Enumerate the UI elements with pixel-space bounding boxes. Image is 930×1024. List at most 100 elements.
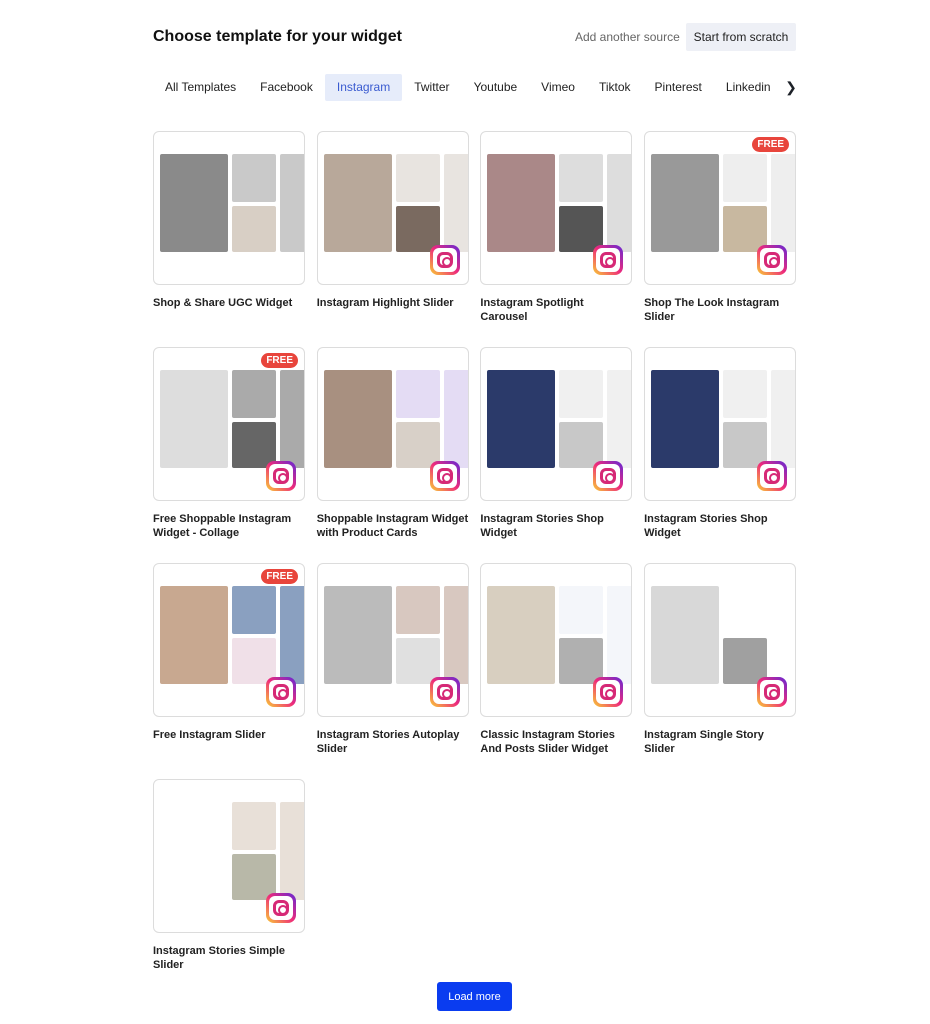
preview-image (487, 370, 556, 468)
source-tabs: All Templates Facebook Instagram Twitter You… (153, 74, 798, 101)
preview-image (160, 802, 228, 900)
preview-image (160, 586, 228, 684)
template-card[interactable]: Instagram Stories Shop Widget (480, 347, 633, 540)
preview-image (607, 154, 632, 252)
template-card[interactable]: FREE Free Instagram Slider (153, 563, 305, 742)
add-another-source-link[interactable]: Add another source (575, 30, 680, 44)
template-preview[interactable]: FREE (153, 347, 305, 501)
preview-image (395, 370, 440, 418)
template-title: Free Shoppable Instagram Widget - Collag… (153, 513, 292, 539)
template-preview[interactable] (480, 347, 633, 501)
preview-image (232, 586, 276, 634)
start-from-scratch-button[interactable]: Start from scratch (686, 23, 796, 51)
preview-image (607, 586, 632, 684)
preview-image (771, 154, 796, 252)
template-card[interactable]: Instagram Spotlight Carousel (480, 131, 633, 324)
instagram-icon (429, 677, 460, 707)
preview-image (395, 154, 440, 202)
preview-image (323, 370, 392, 468)
preview-image (559, 370, 604, 418)
preview-image (280, 370, 304, 468)
template-preview[interactable] (480, 131, 633, 285)
template-title: Instagram Single Story Slider (644, 729, 764, 755)
template-preview[interactable] (316, 563, 469, 717)
template-title: Shoppable Instagram Widget with Product … (316, 513, 469, 539)
template-title: Instagram Stories Simple Slider (153, 945, 286, 971)
preview-image (723, 586, 768, 634)
instagram-icon (593, 461, 624, 491)
template-card[interactable]: Instagram Highlight Slider (316, 131, 469, 310)
template-card[interactable]: Shoppable Instagram Widget with Product … (316, 347, 469, 540)
template-preview[interactable] (153, 131, 305, 285)
preview-image (487, 586, 556, 684)
preview-image (607, 370, 632, 468)
template-card[interactable]: Instagram Stories Autoplay Slider (316, 563, 469, 756)
preview-image (280, 802, 304, 900)
tab-youtube[interactable]: Youtube (462, 74, 530, 101)
preview-image (280, 586, 304, 684)
preview-image (651, 370, 720, 468)
preview-image (232, 370, 276, 418)
page-title: Choose template for your widget (153, 28, 402, 45)
tab-twitter[interactable]: Twitter (402, 74, 461, 101)
preview-image (771, 586, 796, 684)
template-preview[interactable] (644, 563, 797, 717)
preview-image (559, 154, 604, 202)
preview-image (280, 154, 304, 252)
template-title: Free Instagram Slider (153, 729, 266, 741)
template-card[interactable]: FREE Shop The Look Instagram Slider (644, 131, 797, 324)
instagram-icon (593, 245, 624, 275)
tab-instagram[interactable]: Instagram (324, 74, 403, 101)
tab-tiktok[interactable]: Tiktok (587, 74, 643, 101)
template-preview[interactable] (316, 347, 469, 501)
preview-image (487, 154, 556, 252)
tab-linkedin[interactable]: Linkedin (714, 74, 783, 101)
preview-image (323, 586, 392, 684)
template-card[interactable]: Instagram Stories Simple Slider (153, 779, 305, 972)
template-preview[interactable] (480, 563, 633, 717)
template-preview[interactable]: FREE (644, 131, 797, 285)
template-card[interactable]: Classic Instagram Stories And Posts Slid… (480, 563, 633, 756)
preview-image (723, 370, 768, 418)
free-badge: FREE (261, 353, 298, 368)
template-title: Instagram Stories Autoplay Slider (316, 729, 460, 755)
template-card[interactable]: Shop & Share UGC Widget (153, 131, 305, 310)
free-badge: FREE (261, 569, 298, 584)
tab-facebook[interactable]: Facebook (248, 74, 325, 101)
chevron-right-icon[interactable]: ❯ (784, 74, 798, 101)
template-title: Shop & Share UGC Widget (153, 297, 293, 309)
instagram-icon (593, 677, 624, 707)
preview-image (651, 154, 720, 252)
preview-image (232, 802, 276, 850)
preview-image (723, 154, 768, 202)
preview-image (323, 154, 392, 252)
tab-all-templates[interactable]: All Templates (153, 74, 248, 101)
free-badge: FREE (752, 137, 790, 152)
load-more-button[interactable]: Load more (437, 982, 512, 1011)
tab-vimeo[interactable]: Vimeo (529, 74, 587, 101)
template-card[interactable]: Instagram Stories Shop Widget (644, 347, 797, 540)
template-title: Classic Instagram Stories And Posts Slid… (480, 729, 615, 755)
template-title: Instagram Stories Shop Widget (480, 513, 604, 539)
template-card[interactable]: FREE Free Shoppable Instagram Widget - C… (153, 347, 305, 540)
instagram-icon (266, 893, 296, 923)
template-preview[interactable] (153, 779, 305, 933)
preview-image (232, 206, 276, 252)
template-title: Instagram Highlight Slider (316, 297, 454, 309)
tab-pinterest[interactable]: Pinterest (643, 74, 714, 101)
template-preview[interactable]: FREE (153, 563, 305, 717)
instagram-icon (429, 245, 460, 275)
preview-image (771, 370, 796, 468)
preview-image (443, 154, 468, 252)
preview-image (160, 370, 228, 468)
instagram-icon (266, 461, 296, 491)
template-title: Instagram Stories Shop Widget (644, 513, 768, 539)
template-preview[interactable] (644, 347, 797, 501)
preview-image (395, 586, 440, 634)
template-card[interactable]: Instagram Single Story Slider (644, 563, 797, 756)
preview-image (559, 586, 604, 634)
instagram-icon (757, 677, 788, 707)
instagram-icon (429, 461, 460, 491)
template-preview[interactable] (316, 131, 469, 285)
preview-image (443, 370, 468, 468)
